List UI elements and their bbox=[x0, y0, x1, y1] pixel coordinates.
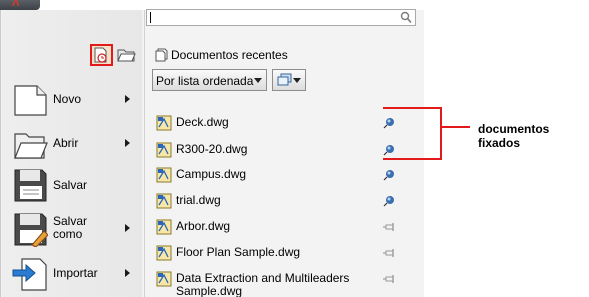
command-salvar-como[interactable]: Salvar como bbox=[12, 211, 140, 251]
recent-file-item[interactable]: Arbor.dwg bbox=[156, 219, 396, 239]
dwg-file-icon bbox=[156, 115, 172, 131]
submenu-arrow-icon[interactable] bbox=[125, 95, 130, 103]
dwg-file-icon bbox=[156, 193, 172, 209]
import-icon bbox=[12, 258, 47, 291]
file-name: R300-20.dwg bbox=[176, 142, 248, 156]
recent-file-item[interactable]: trial.dwg bbox=[156, 193, 396, 213]
search-input[interactable] bbox=[146, 9, 416, 26]
file-name: Deck.dwg bbox=[176, 115, 229, 129]
save-disk-icon bbox=[14, 169, 47, 202]
pin-pinned-icon[interactable] bbox=[382, 168, 396, 182]
display-mode-dropdown[interactable] bbox=[272, 69, 306, 91]
chevron-down-icon bbox=[254, 78, 262, 83]
pin-pinned-icon[interactable] bbox=[382, 194, 396, 208]
command-importar[interactable]: Importar bbox=[12, 256, 140, 296]
chevron-down-icon bbox=[293, 78, 301, 83]
dwg-file-icon bbox=[156, 271, 172, 287]
document-stack-icon bbox=[155, 48, 168, 62]
sort-order-value: Por lista ordenada bbox=[156, 74, 254, 88]
command-label: Abrir bbox=[53, 136, 79, 150]
pin-unpinned-icon[interactable] bbox=[382, 272, 396, 286]
submenu-arrow-icon[interactable] bbox=[125, 224, 130, 232]
recent-documents-icon bbox=[94, 47, 107, 63]
command-label: Salvar bbox=[53, 178, 88, 192]
new-document-icon bbox=[14, 85, 47, 116]
dwg-file-icon bbox=[156, 219, 172, 235]
pinned-documents-annotation: documentos fixados bbox=[478, 122, 550, 150]
recent-file-item[interactable]: R300-20.dwg bbox=[156, 142, 396, 162]
open-documents-icon[interactable] bbox=[116, 46, 136, 64]
icon-view-icon bbox=[277, 73, 292, 86]
text-caret bbox=[150, 12, 151, 23]
file-name: Arbor.dwg bbox=[176, 219, 231, 233]
recent-file-item[interactable]: Deck.dwg bbox=[156, 115, 396, 135]
command-label: Novo bbox=[53, 92, 82, 106]
command-novo[interactable]: Novo bbox=[12, 82, 140, 122]
autocad-logo-icon: Λ bbox=[12, 0, 20, 9]
recent-documents-button[interactable] bbox=[90, 44, 113, 66]
command-salvar[interactable]: Salvar bbox=[12, 167, 140, 207]
save-as-icon bbox=[14, 213, 48, 247]
pin-unpinned-icon[interactable] bbox=[382, 246, 396, 260]
recent-file-item[interactable]: Data Extraction and Multileaders Sample.… bbox=[156, 271, 396, 297]
file-name: trial.dwg bbox=[176, 193, 221, 207]
file-name: Data Extraction and Multileaders Sample.… bbox=[176, 271, 350, 297]
sort-order-dropdown[interactable]: Por lista ordenada bbox=[152, 69, 267, 91]
application-menu-screenshot: Λ Novo Abrir Salvar Salvar como Importar… bbox=[0, 0, 589, 297]
annotation-leader-line bbox=[442, 126, 470, 128]
submenu-arrow-icon[interactable] bbox=[125, 269, 130, 277]
dwg-file-icon bbox=[156, 142, 172, 158]
file-name: Floor Plan Sample.dwg bbox=[176, 245, 301, 259]
recent-documents-title: Documentos recentes bbox=[171, 48, 288, 62]
command-label: Salvar como bbox=[53, 214, 88, 241]
recent-file-item[interactable]: Floor Plan Sample.dwg bbox=[156, 245, 396, 265]
search-icon[interactable] bbox=[400, 11, 412, 24]
pin-unpinned-icon[interactable] bbox=[382, 220, 396, 234]
open-folder-icon bbox=[14, 133, 48, 159]
file-name: Campus.dwg bbox=[176, 167, 247, 181]
pinned-documents-bracket bbox=[383, 107, 442, 160]
command-label: Importar bbox=[53, 266, 98, 280]
application-button[interactable]: Λ bbox=[0, 0, 40, 10]
command-abrir[interactable]: Abrir bbox=[12, 126, 140, 166]
dwg-file-icon bbox=[156, 245, 172, 261]
recent-file-item[interactable]: Campus.dwg bbox=[156, 167, 396, 187]
dwg-file-icon bbox=[156, 167, 172, 183]
submenu-arrow-icon[interactable] bbox=[125, 139, 130, 147]
